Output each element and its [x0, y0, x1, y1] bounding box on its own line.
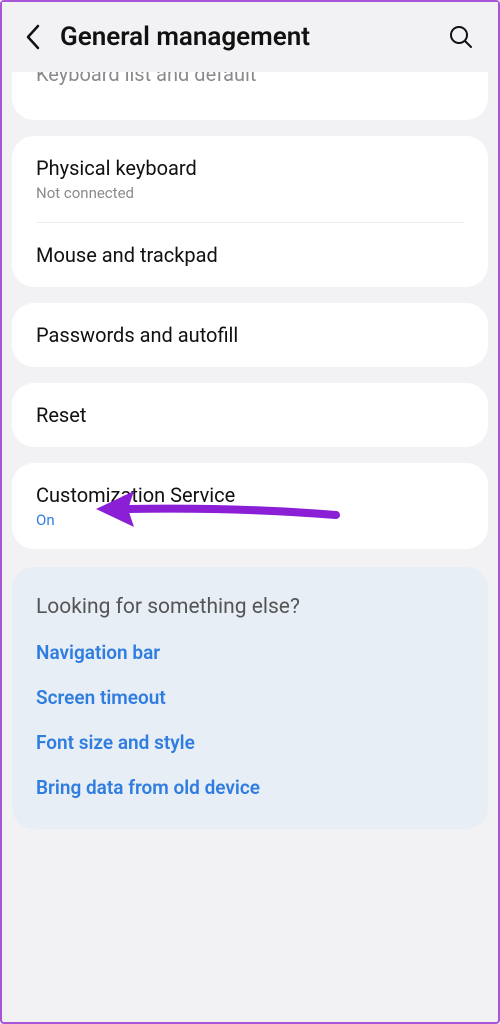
chevron-left-icon [24, 23, 42, 51]
card-input-devices: Physical keyboard Not connected Mouse an… [12, 136, 488, 287]
info-heading: Looking for something else? [36, 595, 464, 619]
row-label: Mouse and trackpad [36, 243, 464, 267]
row-sublabel: Not connected [36, 184, 464, 202]
row-label: Keyboard list and default [36, 72, 256, 86]
row-mouse-trackpad[interactable]: Mouse and trackpad [12, 223, 488, 287]
row-label: Passwords and autofill [36, 323, 464, 347]
row-label: Reset [36, 403, 464, 427]
card-reset: Reset [12, 383, 488, 447]
card-passwords: Passwords and autofill [12, 303, 488, 367]
row-label: Customization Service [36, 483, 464, 507]
link-bring-data[interactable]: Bring data from old device [36, 776, 464, 799]
info-card: Looking for something else? Navigation b… [12, 567, 488, 829]
row-keyboard-list[interactable]: Keyboard list and default [12, 72, 488, 120]
row-passwords-autofill[interactable]: Passwords and autofill [12, 303, 488, 367]
row-customization-service[interactable]: Customization Service On [12, 463, 488, 549]
link-navigation-bar[interactable]: Navigation bar [36, 641, 464, 664]
row-reset[interactable]: Reset [12, 383, 488, 447]
link-font-size-style[interactable]: Font size and style [36, 731, 464, 754]
search-button[interactable] [444, 20, 478, 54]
card-customization: Customization Service On [12, 463, 488, 549]
back-button[interactable] [16, 20, 50, 54]
card-truncated: Keyboard list and default [12, 72, 488, 120]
page-title: General management [60, 22, 444, 52]
row-sublabel: On [36, 511, 464, 529]
search-icon [448, 24, 474, 50]
link-screen-timeout[interactable]: Screen timeout [36, 686, 464, 709]
row-physical-keyboard[interactable]: Physical keyboard Not connected [12, 136, 488, 222]
header: General management [2, 2, 498, 72]
row-label: Physical keyboard [36, 156, 464, 180]
